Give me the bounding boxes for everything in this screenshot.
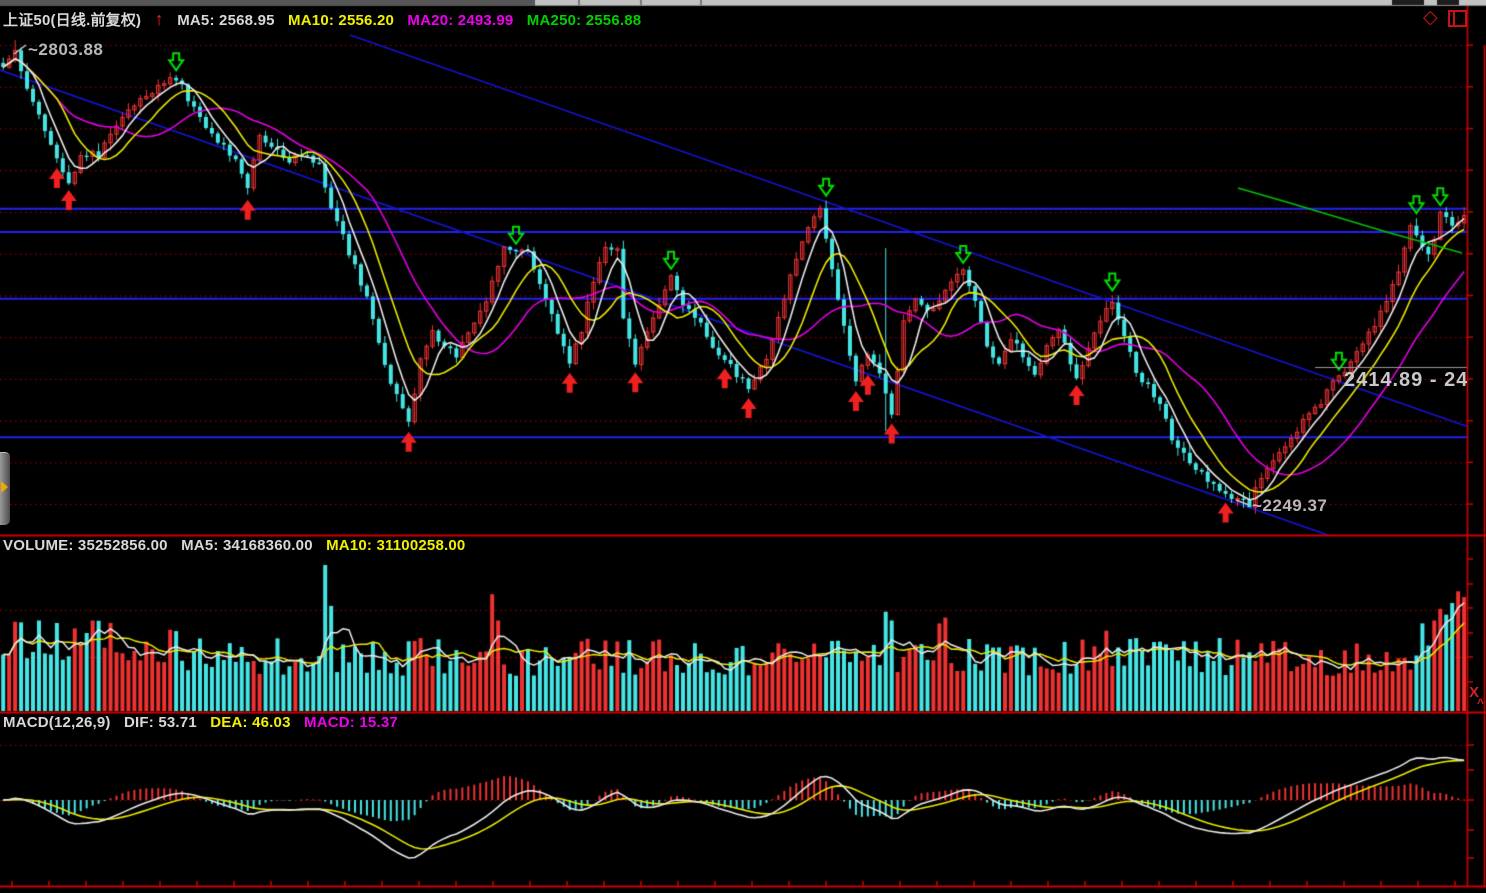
- buy-signal-arrow-icon: ↑: [155, 9, 164, 29]
- sidebar-expand-tab[interactable]: [0, 452, 10, 525]
- volume-ma10-value: MA10: 31100258.00: [326, 537, 465, 554]
- macd-header: MACD(12,26,9) DIF: 53.71 DEA: 46.03 MACD…: [3, 714, 407, 731]
- dea-value: DEA: 46.03: [210, 714, 290, 731]
- volume-value: VOLUME: 35252856.00: [3, 537, 168, 554]
- price-range-tooltip: 2414.89 - 2418: [1344, 369, 1467, 392]
- volume-header: VOLUME: 35252856.00 MA5: 34168360.00 MA1…: [3, 537, 474, 554]
- ma250-value: MA250: 2556.88: [527, 12, 642, 29]
- diamond-tool-icon[interactable]: ◇: [1423, 6, 1438, 29]
- macd-name: MACD(12,26,9): [3, 714, 111, 731]
- split-window-icon[interactable]: [1448, 10, 1467, 27]
- dif-value: DIF: 53.71: [124, 714, 197, 731]
- ma20-value: MA20: 2493.99: [407, 12, 513, 29]
- ma5-value: MA5: 2568.95: [177, 12, 274, 29]
- symbol-title: 上证50(日线.前复权): [3, 12, 141, 29]
- chart-canvas[interactable]: [0, 0, 1486, 893]
- split-window-bar: [1453, 12, 1455, 25]
- low-price-label: ~2249.37: [1252, 496, 1327, 516]
- high-price-label: ~2803.88: [28, 40, 103, 60]
- trading-app-window: 上证50(日线.前复权) ↑ MA5: 2568.95 MA10: 2556.2…: [0, 0, 1486, 893]
- ma10-value: MA10: 2556.20: [288, 12, 394, 29]
- expand-right-icon: [1, 481, 8, 493]
- expand-panel-button[interactable]: ^: [1477, 696, 1484, 710]
- volume-ma5-value: MA5: 34168360.00: [181, 537, 313, 554]
- macd-value: MACD: 15.37: [304, 714, 398, 731]
- main-chart-header: 上证50(日线.前复权) ↑ MA5: 2568.95 MA10: 2556.2…: [3, 9, 650, 30]
